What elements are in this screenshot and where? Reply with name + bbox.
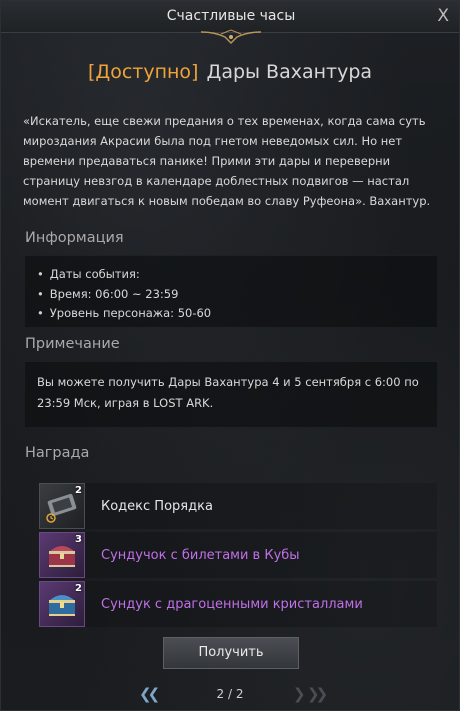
- reward-name: Сундучок с билетами в Кубы: [101, 547, 300, 563]
- reward-item[interactable]: 2 Кодекс Порядка: [39, 483, 437, 529]
- page-indicator: 2 / 2: [216, 687, 244, 701]
- info-section-title: Информация: [25, 230, 124, 246]
- reward-count: 2: [75, 583, 82, 594]
- ornament-icon: [200, 29, 262, 44]
- claim-button[interactable]: Получить: [163, 637, 299, 669]
- note-panel: Вы можете получить Дары Вахантура 4 и 5 …: [25, 361, 437, 427]
- last-page-button[interactable]: ❯❯: [307, 685, 328, 703]
- note-text: Вы можете получить Дары Вахантура 4 и 5 …: [37, 375, 419, 410]
- event-title: Дары Вахантура: [206, 61, 373, 83]
- reward-name: Сундук с драгоценными кристаллами: [101, 596, 363, 612]
- window-title: Счастливые часы: [166, 8, 296, 24]
- blue-chest-icon: 2: [39, 581, 85, 627]
- reward-item[interactable]: 3 Сундучок с билетами в Кубы: [39, 532, 437, 578]
- codex-icon: 2: [39, 483, 85, 529]
- info-list: Даты события: Время: 06:00 ~ 23:59 Урове…: [25, 256, 437, 324]
- reward-count: 2: [75, 485, 82, 496]
- info-time: Время: 06:00 ~ 23:59: [37, 285, 437, 305]
- reward-section-title: Награда: [25, 445, 90, 461]
- reward-count: 3: [75, 534, 82, 545]
- red-chest-icon: 3: [39, 532, 85, 578]
- reward-name: Кодекс Порядка: [101, 498, 213, 514]
- status-badge: [Доступно]: [87, 61, 199, 83]
- reward-item[interactable]: 2 Сундук с драгоценными кристаллами: [39, 581, 437, 627]
- info-dates: Даты события:: [37, 265, 437, 285]
- note-section-title: Примечание: [25, 336, 120, 352]
- event-quote: «Искатель, еще свежи предания о тех врем…: [23, 114, 431, 208]
- info-level: Уровень персонажа: 50-60: [37, 304, 437, 324]
- event-window: Счастливые часы X [Доступно] Дары Ваханту…: [0, 0, 460, 711]
- next-page-button[interactable]: ❯: [293, 685, 305, 703]
- info-panel: Даты события: Время: 06:00 ~ 23:59 Урове…: [25, 255, 437, 327]
- close-button[interactable]: X: [437, 6, 449, 26]
- event-heading: [Доступно] Дары Вахантура: [1, 61, 459, 83]
- pagination: ❮❮ 2 / 2 ❯ ❯❯: [1, 685, 459, 705]
